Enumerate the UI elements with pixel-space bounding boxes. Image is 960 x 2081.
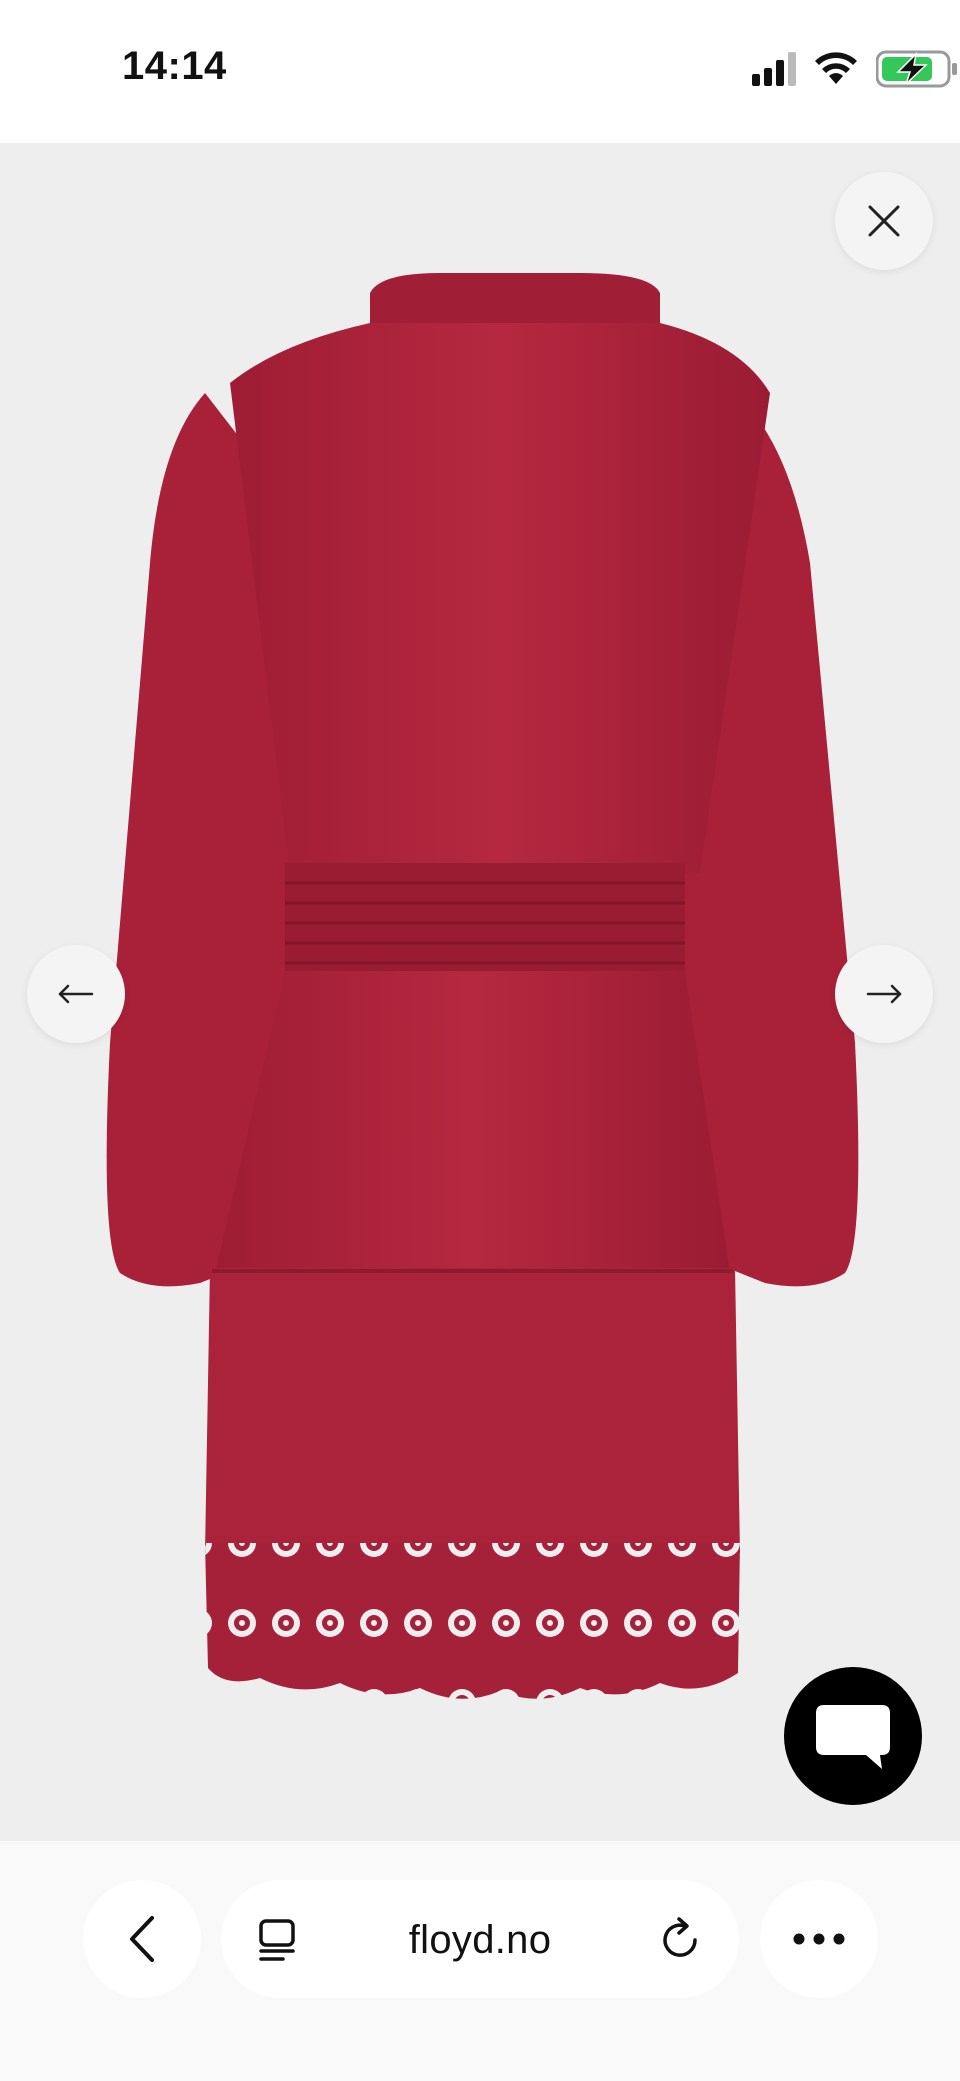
more-button[interactable]: [760, 1880, 878, 1998]
arrow-right-icon: [866, 984, 902, 1004]
previous-image-button[interactable]: [27, 945, 125, 1043]
chat-bubble-icon: [816, 1705, 890, 1769]
cellular-signal-icon: [752, 52, 796, 86]
reload-icon[interactable]: [657, 1916, 703, 1962]
wifi-icon: [815, 52, 857, 84]
arrow-left-icon: [58, 984, 94, 1004]
chat-button[interactable]: [784, 1667, 922, 1805]
more-icon: [793, 1933, 845, 1945]
next-image-button[interactable]: [835, 945, 933, 1043]
close-icon: [868, 205, 900, 237]
battery-charging-icon: [876, 50, 957, 88]
product-image: [106, 273, 859, 1699]
close-button[interactable]: [835, 172, 933, 270]
status-bar: 14:14: [0, 0, 960, 143]
image-viewer[interactable]: [0, 143, 960, 1841]
address-bar[interactable]: floyd.no: [221, 1880, 739, 1998]
chevron-left-icon: [130, 1916, 154, 1962]
back-button[interactable]: [83, 1880, 201, 1998]
status-time: 14:14: [122, 44, 227, 88]
browser-toolbar: floyd.no: [0, 1841, 960, 2081]
